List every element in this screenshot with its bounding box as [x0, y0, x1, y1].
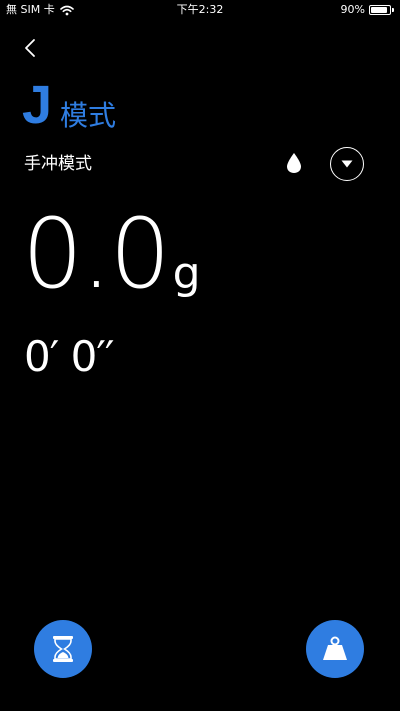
back-button[interactable] [16, 34, 44, 62]
weight-readout: 0.0 g [22, 206, 201, 302]
hourglass-icon [53, 636, 73, 662]
status-right: 90% [341, 0, 394, 20]
weight-unit: g [172, 248, 201, 299]
mode-label: 手冲模式 [24, 154, 92, 174]
battery-percent: 90% [340, 3, 365, 16]
battery-icon [369, 5, 394, 15]
battery-cap [392, 8, 394, 12]
chevron-left-icon [25, 39, 35, 57]
tare-button[interactable] [306, 620, 364, 678]
timer-readout: 0′ 0′′ [24, 332, 114, 381]
mode-row: 手冲模式 [24, 146, 376, 182]
weight-value: 0.0 [22, 198, 171, 310]
weight-icon [323, 636, 347, 660]
mode-dropdown-button[interactable] [330, 147, 364, 181]
caret-down-icon [341, 160, 353, 168]
mode-letter: J [22, 75, 53, 135]
battery-body [369, 5, 391, 15]
status-bar: 無 SIM 卡 下午2:32 90% [0, 0, 400, 20]
page-title: J 模式 [22, 78, 116, 132]
battery-fill [371, 7, 388, 13]
mode-word: 模式 [60, 99, 117, 132]
timer-button[interactable] [34, 620, 92, 678]
water-drop-icon [287, 153, 301, 173]
